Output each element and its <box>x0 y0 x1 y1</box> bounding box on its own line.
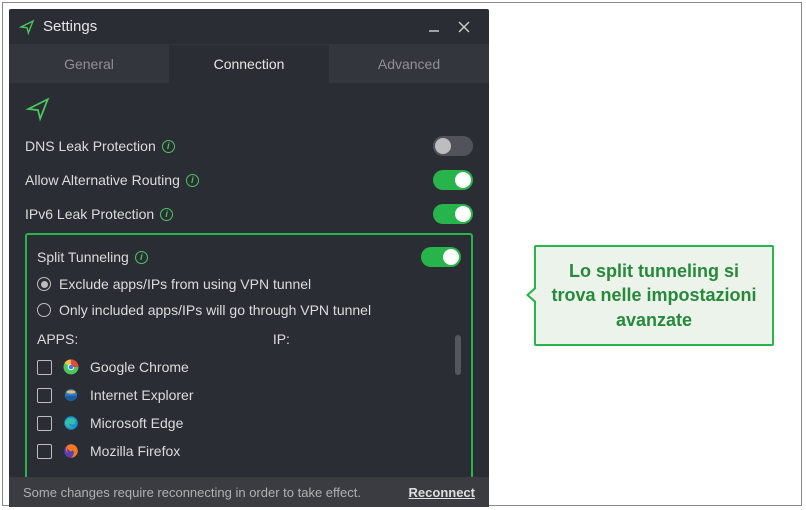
info-icon[interactable]: i <box>135 251 148 264</box>
row-dns-leak: DNS Leak Protection i <box>25 129 473 163</box>
radio-include[interactable]: Only included apps/IPs will go through V… <box>37 297 461 323</box>
titlebar: Settings <box>9 9 489 45</box>
info-icon[interactable]: i <box>160 208 173 221</box>
tab-general[interactable]: General <box>9 45 169 83</box>
app-row[interactable]: Google Chrome <box>37 353 263 381</box>
footer-message: Some changes require reconnecting in ord… <box>23 485 361 500</box>
footer-bar: Some changes require reconnecting in ord… <box>9 477 489 507</box>
tab-advanced[interactable]: Advanced <box>329 45 489 83</box>
radio-exclude[interactable]: Exclude apps/IPs from using VPN tunnel <box>37 271 461 297</box>
annotation-callout: Lo split tunneling si trova nelle impost… <box>534 245 774 346</box>
toggle-ipv6-leak[interactable] <box>433 204 473 224</box>
reconnect-link[interactable]: Reconnect <box>409 485 475 500</box>
radio-icon <box>37 303 51 317</box>
setting-label: DNS Leak Protection <box>25 138 156 154</box>
checkbox[interactable] <box>37 388 52 403</box>
setting-label: IPv6 Leak Protection <box>25 206 154 222</box>
split-tunneling-section: Split Tunneling i Exclude apps/IPs from … <box>25 233 473 477</box>
settings-window: Settings General Connection Advanced DNS… <box>9 9 489 507</box>
chrome-icon <box>62 358 80 376</box>
app-logo-icon <box>19 19 35 35</box>
apps-header: APPS: <box>37 331 263 347</box>
apps-column: APPS: Google Chrome <box>37 331 263 477</box>
tab-label: Connection <box>214 56 285 72</box>
radio-icon <box>37 277 51 291</box>
edge-icon <box>62 414 80 432</box>
app-row[interactable]: Internet Explorer <box>37 381 263 409</box>
tabs: General Connection Advanced <box>9 45 489 83</box>
setting-label: Allow Alternative Routing <box>25 172 180 188</box>
checkbox[interactable] <box>37 416 52 431</box>
row-split-tunneling: Split Tunneling i <box>37 243 461 271</box>
app-row[interactable]: Microsoft Edge <box>37 409 263 437</box>
tab-connection[interactable]: Connection <box>169 45 329 83</box>
close-button[interactable] <box>449 13 479 41</box>
row-alt-routing: Allow Alternative Routing i <box>25 163 473 197</box>
setting-label: Split Tunneling <box>37 249 129 265</box>
app-row[interactable]: Mozilla Firefox <box>37 437 263 465</box>
minimize-button[interactable] <box>419 13 449 41</box>
ip-header: IP: <box>273 331 461 347</box>
toggle-dns-leak[interactable] <box>433 136 473 156</box>
app-label: Microsoft Edge <box>90 415 183 431</box>
app-label: Internet Explorer <box>90 387 194 403</box>
tab-content: DNS Leak Protection i Allow Alternative … <box>9 83 489 477</box>
info-icon[interactable]: i <box>186 174 199 187</box>
ip-column: IP: <box>263 331 461 477</box>
app-label: Google Chrome <box>90 359 189 375</box>
radio-label: Exclude apps/IPs from using VPN tunnel <box>59 276 311 292</box>
row-ipv6-leak: IPv6 Leak Protection i <box>25 197 473 231</box>
scrollbar[interactable] <box>455 335 461 375</box>
tab-label: Advanced <box>378 56 440 72</box>
checkbox[interactable] <box>37 444 52 459</box>
callout-text: Lo split tunneling si trova nelle impost… <box>551 261 756 330</box>
firefox-icon <box>62 442 80 460</box>
ie-icon <box>62 386 80 404</box>
tab-label: General <box>64 56 114 72</box>
screenshot-frame: Settings General Connection Advanced DNS… <box>2 2 802 506</box>
app-label: Mozilla Firefox <box>90 443 180 459</box>
info-icon[interactable]: i <box>162 140 175 153</box>
toggle-alt-routing[interactable] <box>433 170 473 190</box>
toggle-split-tunneling[interactable] <box>421 247 461 267</box>
checkbox[interactable] <box>37 360 52 375</box>
radio-label: Only included apps/IPs will go through V… <box>59 302 371 318</box>
window-title: Settings <box>43 18 97 35</box>
send-icon <box>25 93 473 129</box>
